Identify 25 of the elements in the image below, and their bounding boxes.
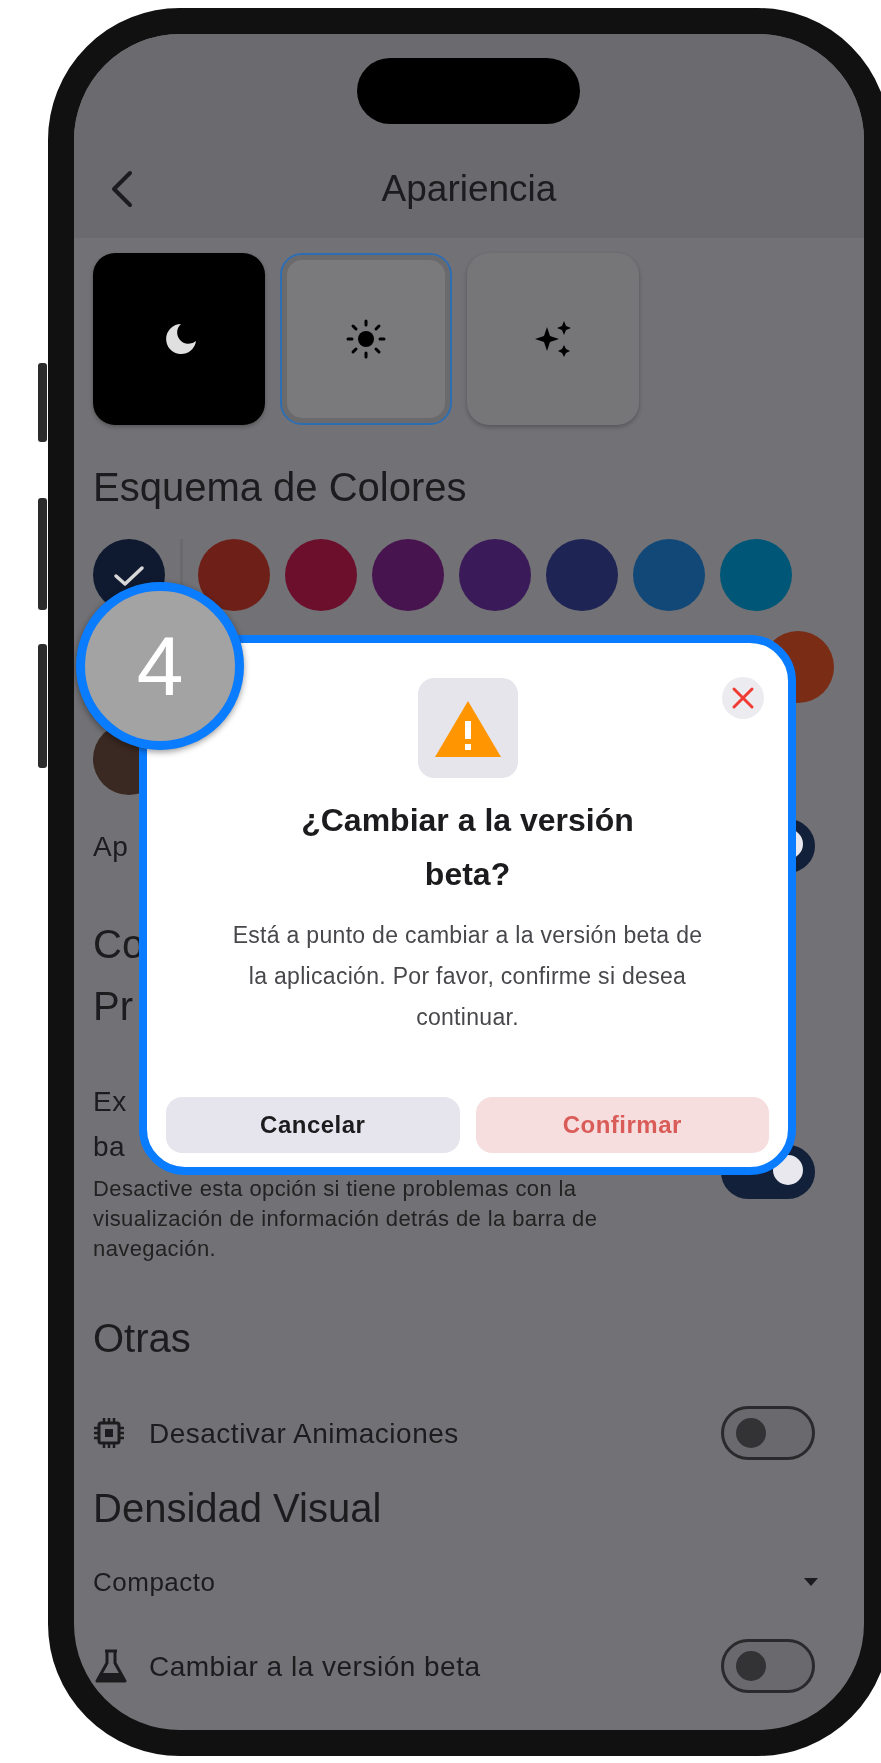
toggle-label: Ex: [93, 1085, 127, 1119]
toggle-label: Desactivar Animaciones: [149, 1416, 459, 1451]
toggle-label: ba: [93, 1130, 126, 1164]
close-icon: [731, 686, 755, 710]
page-title: Apariencia: [381, 167, 557, 212]
sun-icon: [346, 319, 386, 359]
section-heading: Otras: [93, 1315, 191, 1362]
toggle-switch[interactable]: [721, 1639, 815, 1693]
toggle-label: Cambiar a la versión beta: [149, 1649, 481, 1684]
section-heading: Esquema de Colores: [93, 464, 468, 511]
theme-option[interactable]: [93, 253, 265, 425]
density-select[interactable]: Compacto: [93, 1562, 864, 1602]
section-heading: Densidad Visual: [93, 1485, 382, 1532]
chip-icon: [93, 1417, 125, 1449]
dialog-message: Está a punto de cambiar a la versión beta de la aplicación. Por favor, confirme si desea continuar.: [231, 921, 704, 1032]
confirm-button[interactable]: Confirmar: [475, 1097, 769, 1153]
dialog-title: ¿Cambiar a la versión beta?: [300, 801, 635, 894]
close-button[interactable]: [722, 677, 764, 719]
flask-icon: [93, 1648, 129, 1684]
section-heading: Pr: [93, 983, 133, 1030]
toggle-label: Ap: [93, 829, 129, 864]
toggle-switch[interactable]: [721, 1406, 815, 1460]
toggle-description: Desactive esta opción si tiene problemas con la visualización de información detrás de la barra de navegación.: [93, 1175, 599, 1263]
cancel-button[interactable]: Cancelar: [166, 1097, 460, 1153]
caret-icon: [804, 1578, 818, 1586]
